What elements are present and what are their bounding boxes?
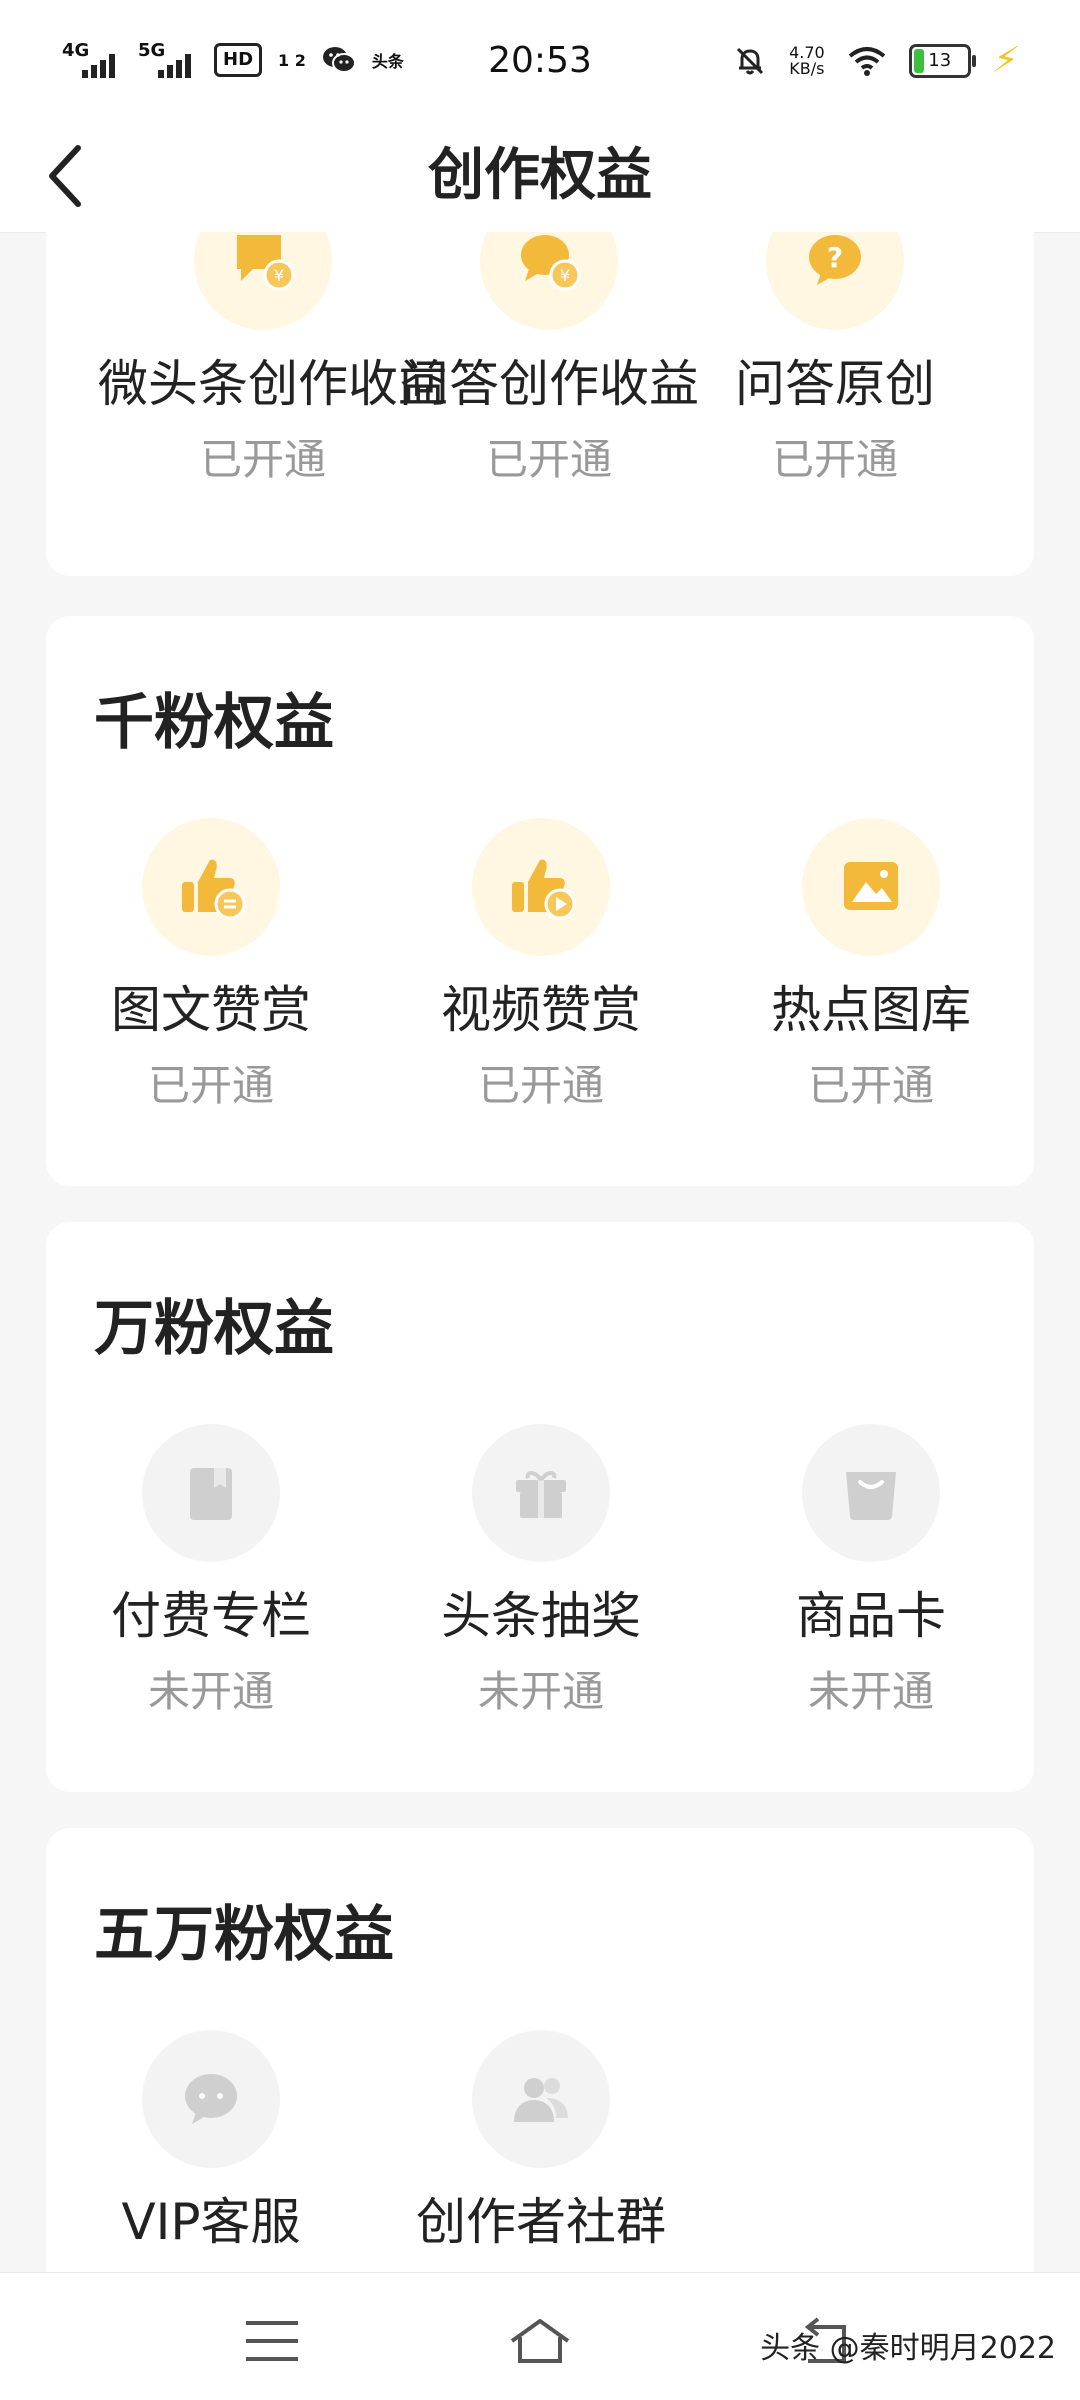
benefit-item[interactable]: 视频赞赏 已开通 (376, 818, 706, 1114)
benefit-item[interactable]: ¥ 问答创作收益 已开通 (384, 232, 714, 488)
mute-bell-icon (737, 47, 764, 74)
svg-text:¥: ¥ (274, 266, 284, 285)
benefit-item[interactable]: 商品卡 未开通 (706, 1424, 1036, 1720)
benefit-label: 头条抽奖 (441, 1587, 641, 1645)
benefit-status: 已开通 (477, 1061, 604, 1110)
screen: 4G 5G HD 1 2 头条 20:53 4.70 KB/s 13 ⚡ 创作权… (0, 0, 1080, 2400)
charging-icon: ⚡ (989, 40, 1022, 81)
wifi-icon (848, 46, 885, 76)
header: 创作权益 (0, 120, 1080, 233)
benefit-label: 视频赞赏 (441, 981, 641, 1039)
book-icon (142, 1424, 280, 1562)
benefit-status: 已开通 (147, 1061, 274, 1110)
speed-unit: KB/s (789, 58, 825, 78)
benefit-label: 商品卡 (796, 1587, 946, 1645)
watermark: 头条 @秦时明月2022 (760, 2331, 1056, 2366)
battery-icon: 13 (908, 43, 976, 78)
status-right: 4.70 KB/s 13 ⚡ (733, 40, 1022, 81)
benefit-label: 热点图库 (771, 981, 971, 1039)
content[interactable]: ¥ 微头条创作收益 已开通 ¥ 问答创作收益 已开通 ? 问答原创 已开通 千粉… (0, 232, 1080, 2272)
svg-text:¥: ¥ (560, 266, 570, 285)
question-icon: ? (766, 232, 904, 330)
benefit-status: 已开通 (485, 435, 612, 484)
gift-box-icon (472, 1424, 610, 1562)
benefit-label: 创作者社群 (416, 2193, 666, 2251)
chat-bubble-icon (142, 2030, 280, 2168)
thumbs-up-text-icon (142, 818, 280, 956)
benefit-status: 已开通 (771, 435, 898, 484)
section-50k-fans: 五万粉权益 VIP客服 创作者社群 (46, 1828, 1034, 2272)
benefit-label: 图文赞赏 (111, 981, 311, 1039)
benefit-item[interactable]: ¥ 微头条创作收益 已开通 (98, 232, 448, 488)
benefit-item[interactable]: 创作者社群 (376, 2030, 706, 2254)
benefit-status: 已开通 (199, 435, 326, 484)
section1-items: 图文赞赏 已开通 视频赞赏 已开通 热点图库 已开通 (46, 616, 1034, 1186)
page-title: 创作权益 (428, 143, 652, 208)
section0-items: ¥ 微头条创作收益 已开通 ¥ 问答创作收益 已开通 ? 问答原创 已开通 (46, 232, 1034, 576)
menu-icon[interactable] (236, 2313, 308, 2369)
coin-chat-icon: ¥ (194, 232, 332, 330)
community-icon (472, 2030, 610, 2168)
section-1k-fans: 千粉权益 图文赞赏 已开通 视频赞赏 已开通 热点图库 已开通 (46, 616, 1034, 1186)
benefit-label: 问答创作收益 (399, 355, 699, 413)
home-icon[interactable] (504, 2313, 576, 2369)
svg-text:?: ? (827, 241, 843, 274)
benefit-item[interactable]: 头条抽奖 未开通 (376, 1424, 706, 1720)
benefit-status: 已开通 (807, 1061, 934, 1110)
benefit-item[interactable]: 热点图库 已开通 (706, 818, 1036, 1114)
image-library-icon (802, 818, 940, 956)
coin-bubble-icon: ¥ (480, 232, 618, 330)
status-bar: 4G 5G HD 1 2 头条 20:53 4.70 KB/s 13 ⚡ (0, 0, 1080, 120)
benefit-label: VIP客服 (121, 2193, 301, 2251)
benefit-status: 未开通 (147, 1667, 274, 1716)
section-10k-fans: 万粉权益 付费专栏 未开通 头条抽奖 未开通 商品卡 未开通 (46, 1222, 1034, 1792)
thumbs-up-video-icon (472, 818, 610, 956)
section3-items: VIP客服 创作者社群 (46, 1828, 1034, 2272)
benefit-item[interactable]: 图文赞赏 已开通 (46, 818, 376, 1114)
section-creation-income: ¥ 微头条创作收益 已开通 ¥ 问答创作收益 已开通 ? 问答原创 已开通 (46, 232, 1034, 576)
shopping-bag-icon (802, 1424, 940, 1562)
benefit-item[interactable]: VIP客服 (46, 2030, 376, 2254)
benefit-item[interactable]: 付费专栏 未开通 (46, 1424, 376, 1720)
benefit-item[interactable]: ? 问答原创 已开通 (670, 232, 1000, 488)
benefit-label: 付费专栏 (111, 1587, 311, 1645)
benefit-label: 微头条创作收益 (98, 355, 448, 413)
section2-items: 付费专栏 未开通 头条抽奖 未开通 商品卡 未开通 (46, 1222, 1034, 1792)
benefit-label: 问答原创 (735, 355, 935, 413)
benefit-status: 未开通 (807, 1667, 934, 1716)
battery-level: 13 (928, 49, 952, 71)
benefit-status: 未开通 (477, 1667, 604, 1716)
network-speed: 4.70 KB/s (789, 44, 825, 78)
bottom-navigation: 头条 @秦时明月2022 (0, 2272, 1080, 2400)
